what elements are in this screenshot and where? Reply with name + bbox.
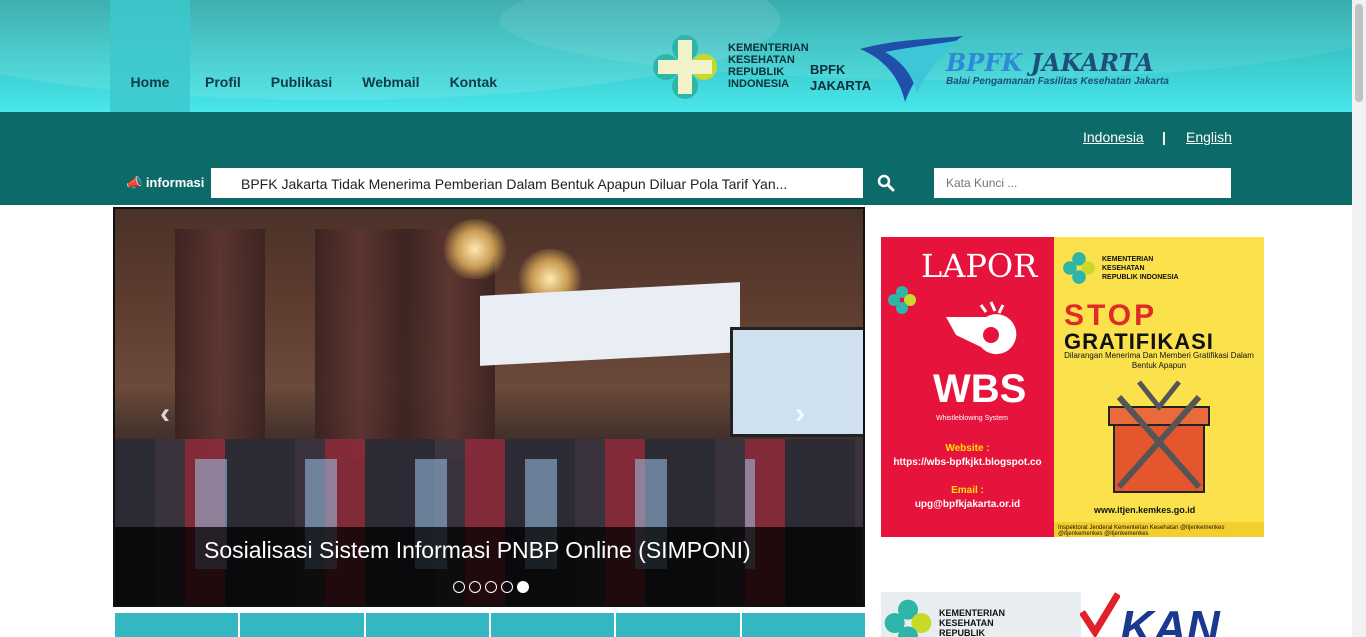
kemkes-logo-icon[interactable] [650, 32, 720, 102]
nav-publikasi[interactable]: Publikasi [256, 0, 347, 112]
lang-english[interactable]: English [1186, 129, 1232, 145]
nav-profil[interactable]: Profil [190, 0, 256, 112]
stop-description: Dilarangan Menerima Dan Memberi Gratifik… [1064, 351, 1254, 370]
stop-url: www.itjen.kemkes.go.id [1094, 505, 1196, 515]
main-nav: Home Profil Publikasi Webmail Kontak [110, 0, 512, 112]
kemkes-ad-text: KEMENTERIAN KESEHATAN REPUBLIK [939, 608, 1006, 637]
nav-webmail[interactable]: Webmail [347, 0, 434, 112]
gift-box-icon [1108, 380, 1210, 493]
kemkes-logo-icon [1063, 252, 1095, 284]
nav-kontak[interactable]: Kontak [435, 0, 512, 112]
search-input[interactable] [934, 168, 1231, 198]
slide-caption: Sosialisasi Sistem Informasi PNBP Online… [204, 537, 751, 563]
news-ticker[interactable]: BPFK Jakarta Tidak Menerima Pemberian Da… [211, 168, 863, 198]
lapor-contact: Website : https://wbs-bpfkjkt.blogspot.c… [881, 442, 1054, 512]
quick-link-tile[interactable] [115, 613, 239, 637]
stop-title: STOP [1064, 299, 1158, 332]
bpfk-jakarta-subtitle: Balai Pengamanan Fasilitas Kesehatan Jak… [946, 76, 1169, 87]
bpfk-big-b: BPFK [946, 48, 1023, 77]
quick-link-tile[interactable] [490, 613, 615, 637]
slider-dot-active[interactable] [517, 581, 529, 593]
email-label: Email : [951, 485, 984, 496]
website-label: Website : [945, 443, 990, 454]
megaphone-icon: 📣 [126, 175, 143, 190]
slider-dots [453, 581, 529, 593]
lapor-wbs-banner[interactable]: LAPOR WBS Whistleblowing System Website … [881, 237, 1054, 537]
wbs-subtitle: Whistleblowing System [936, 415, 1008, 422]
quick-link-tile[interactable] [240, 613, 364, 637]
event-banner [480, 282, 740, 366]
lang-indonesia[interactable]: Indonesia [1083, 129, 1144, 145]
ticker-label: 📣 informasi [120, 168, 230, 198]
wbs-title: WBS [933, 367, 1027, 411]
bpfk-big-j: JAKARTA [1030, 48, 1154, 77]
scrollbar[interactable] [1352, 0, 1366, 637]
quick-link-tile[interactable] [616, 613, 740, 637]
kemkes-ad-banner[interactable]: KEMENTERIAN KESEHATAN REPUBLIK [881, 592, 1081, 637]
curtain [315, 229, 405, 459]
stop-gratifikasi-banner[interactable]: KEMENTERIAN KESEHATAN REPUBLIK INDONESIA… [1054, 237, 1264, 537]
bpfk-jakarta-logo: BPFK JAKARTA [946, 48, 1154, 77]
quick-link-tile[interactable] [741, 613, 865, 637]
search-icon[interactable] [874, 172, 898, 194]
lang-separator: | [1162, 129, 1166, 145]
scrollbar-thumb[interactable] [1355, 4, 1363, 102]
email-value: upg@bpfkjakarta.or.id [914, 499, 1021, 510]
quick-link-tile[interactable] [365, 613, 489, 637]
slider-dot[interactable] [469, 581, 481, 593]
website-value: https://wbs-bpfkjkt.blogspot.co [893, 457, 1042, 468]
slider-dot[interactable] [453, 581, 465, 593]
kan-banner[interactable]: KAN [1080, 592, 1264, 637]
stop-kemkes-text: KEMENTERIAN KESEHATAN REPUBLIK INDONESIA [1102, 256, 1179, 281]
curtain [175, 229, 265, 459]
chandelier [440, 219, 510, 279]
ticker-label-text: informasi [145, 175, 205, 190]
image-slider[interactable]: Sosialisasi Sistem Informasi PNBP Online… [113, 207, 865, 607]
kan-text: KAN [1120, 601, 1220, 637]
whistle-icon [946, 301, 1017, 355]
slider-dot[interactable] [501, 581, 513, 593]
kemkes-mini-logo-icon [888, 286, 916, 314]
nav-home[interactable]: Home [110, 0, 190, 112]
slider-prev-icon[interactable]: ‹ [160, 397, 170, 431]
slider-next-icon[interactable]: › [795, 397, 805, 431]
kemkes-logo-text: KEMENTERIAN KESEHATAN REPUBLIK INDONESIA [728, 42, 809, 90]
lapor-title: LAPOR [921, 247, 1038, 285]
kemkes-logo-icon [884, 599, 932, 637]
stop-footer: Inspektorat Jenderal Kementerian Kesehat… [1054, 522, 1264, 537]
check-mark-icon [1080, 592, 1120, 637]
quick-links [115, 613, 865, 637]
slider-dot[interactable] [485, 581, 497, 593]
